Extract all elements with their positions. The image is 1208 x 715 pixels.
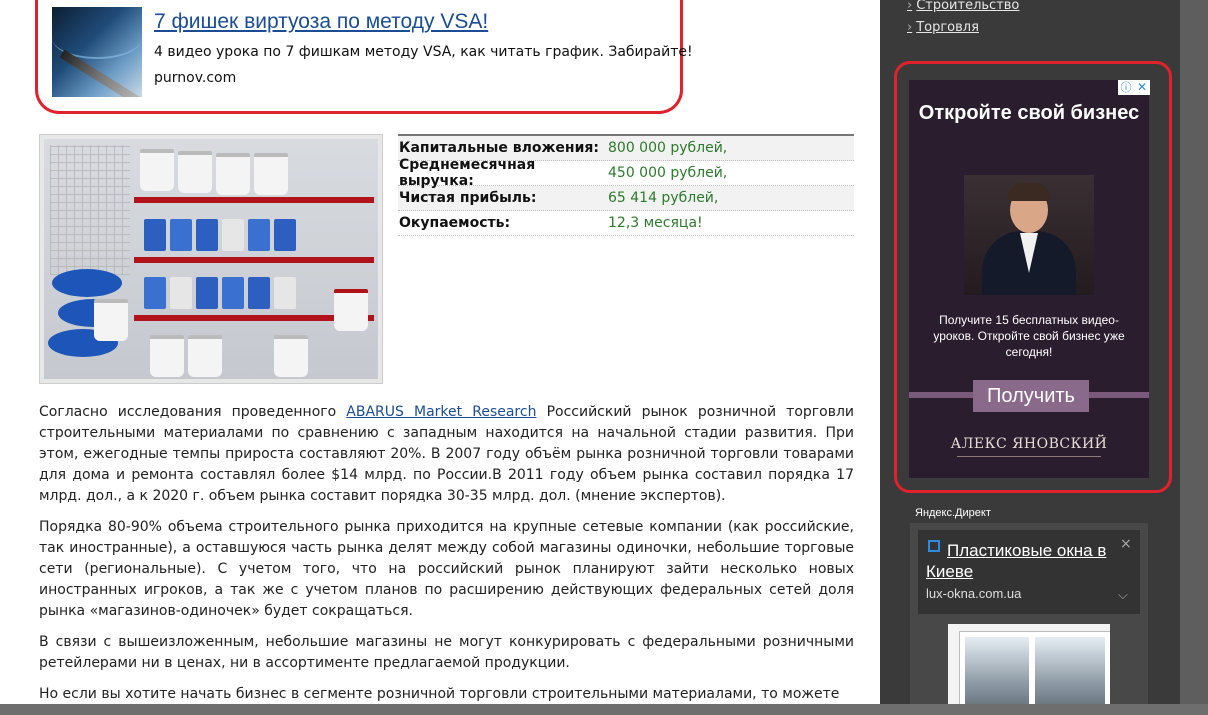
spec-value: 12,3 месяца! bbox=[608, 215, 703, 231]
main-content: 7 фишек виртуоза по методу VSA! 4 видео … bbox=[0, 0, 880, 704]
spec-row: Чистая прибыль: 65 414 рублей, bbox=[398, 186, 854, 211]
paint-can bbox=[248, 219, 270, 251]
paint-can bbox=[274, 219, 296, 251]
article-body: Согласно исследования проведенного ABARU… bbox=[39, 402, 854, 715]
paint-bucket bbox=[334, 289, 368, 331]
ad-domain[interactable]: purnov.com bbox=[154, 70, 236, 86]
paint-can bbox=[170, 277, 192, 309]
paint-bucket bbox=[178, 151, 212, 193]
business-specs-table: Капитальные вложения: 800 000 рублей, Ср… bbox=[398, 134, 854, 236]
paint-can bbox=[248, 277, 270, 309]
page-edge-strip bbox=[1180, 0, 1208, 704]
side-ad-headline: Откройте свой бизнес bbox=[918, 102, 1140, 124]
window-product-image[interactable] bbox=[948, 624, 1110, 704]
paint-bucket bbox=[274, 335, 308, 377]
ad-description: 4 видео урока по 7 фишкам методу VSA, ка… bbox=[154, 44, 693, 60]
side-ad-banner[interactable]: Откройте свой бизнес Получите 15 бесплат… bbox=[909, 80, 1149, 478]
paint-bucket bbox=[216, 153, 250, 195]
category-label: Торговля bbox=[916, 20, 979, 35]
spec-label: Чистая прибыль: bbox=[399, 190, 537, 206]
paint-can bbox=[222, 219, 244, 251]
chevron-right-icon: › bbox=[907, 20, 913, 35]
article-text: Согласно исследования проведенного bbox=[39, 404, 347, 420]
shelf bbox=[134, 257, 374, 263]
article-paragraph: Согласно исследования проведенного ABARU… bbox=[39, 402, 854, 507]
side-ad-person-photo bbox=[964, 175, 1094, 295]
chevron-right-icon: › bbox=[907, 0, 913, 13]
yandex-ad-title[interactable]: Пластиковые окна в Киеве bbox=[926, 540, 1116, 582]
paint-can bbox=[170, 219, 192, 251]
spec-row: Среднемесячная выручка: 450 000 рублей, bbox=[398, 157, 854, 189]
spec-value: 800 000 рублей, bbox=[608, 140, 728, 156]
hose-roll bbox=[52, 269, 122, 297]
spec-value: 65 414 рублей, bbox=[608, 190, 719, 206]
sidebar-category-construction[interactable]: › Строительство bbox=[907, 0, 1019, 13]
side-ad-subtext: Получите 15 бесплатных видео-уроков. Отк… bbox=[933, 313, 1125, 359]
paint-can bbox=[274, 277, 296, 309]
article-paragraph: В связи с вышеизложенным, небольшие мага… bbox=[39, 634, 854, 671]
side-ad-signature: АЛЕКС ЯНОВСКИЙ bbox=[950, 436, 1108, 452]
hair-decor bbox=[1008, 183, 1050, 201]
yandex-direct-label[interactable]: Яндекс.Директ bbox=[915, 507, 991, 519]
top-ad-block[interactable]: 7 фишек виртуоза по методу VSA! 4 видео … bbox=[35, 0, 693, 114]
spec-label: Капитальные вложения: bbox=[399, 140, 599, 156]
sidebar-category-trade[interactable]: › Торговля bbox=[907, 20, 979, 35]
paint-bucket bbox=[150, 335, 184, 377]
spec-label: Среднемесячная выручка: bbox=[399, 157, 536, 189]
close-icon[interactable]: × bbox=[1120, 536, 1132, 552]
category-label: Строительство bbox=[916, 0, 1020, 13]
yandex-ad-card[interactable]: Пластиковые окна в Киеве lux-okna.com.ua… bbox=[918, 530, 1140, 614]
shelf bbox=[134, 197, 374, 203]
paint-bucket bbox=[140, 149, 174, 191]
paint-bucket bbox=[94, 299, 128, 341]
info-icon[interactable]: ⓘ bbox=[1118, 80, 1134, 95]
article-paragraph: Порядка 80-90% объема строительного рынк… bbox=[39, 519, 854, 619]
signature-underline bbox=[957, 456, 1101, 457]
window-mullion bbox=[1029, 637, 1035, 704]
paint-can bbox=[196, 219, 218, 251]
ad-title-link[interactable]: 7 фишек виртуоза по методу VSA! bbox=[154, 10, 488, 34]
yandex-ad-domain[interactable]: lux-okna.com.ua bbox=[926, 586, 1021, 601]
spec-label: Окупаемость: bbox=[399, 215, 511, 231]
spec-value: 450 000 рублей, bbox=[608, 165, 728, 181]
close-icon[interactable]: ✕ bbox=[1134, 80, 1150, 95]
paint-can bbox=[144, 219, 166, 251]
get-button[interactable]: Получить bbox=[973, 380, 1089, 412]
paint-can bbox=[144, 277, 166, 309]
paint-bucket bbox=[188, 335, 222, 377]
paint-can bbox=[222, 277, 244, 309]
window-frame-decor bbox=[960, 632, 1110, 704]
paint-can bbox=[196, 277, 218, 309]
paint-bucket bbox=[254, 153, 288, 195]
pegboard-rack bbox=[50, 145, 130, 275]
ad-thumbnail-image[interactable] bbox=[52, 7, 142, 97]
store-photo bbox=[39, 134, 383, 384]
article-paragraph: Но если вы хотите начать бизнес в сегмен… bbox=[39, 686, 840, 702]
chevron-down-icon[interactable]: ⌵ bbox=[1118, 588, 1128, 603]
abarus-link[interactable]: ABARUS Market Research bbox=[346, 404, 536, 420]
spec-row: Окупаемость: 12,3 месяца! bbox=[398, 211, 854, 236]
store-photo-image bbox=[44, 139, 378, 379]
